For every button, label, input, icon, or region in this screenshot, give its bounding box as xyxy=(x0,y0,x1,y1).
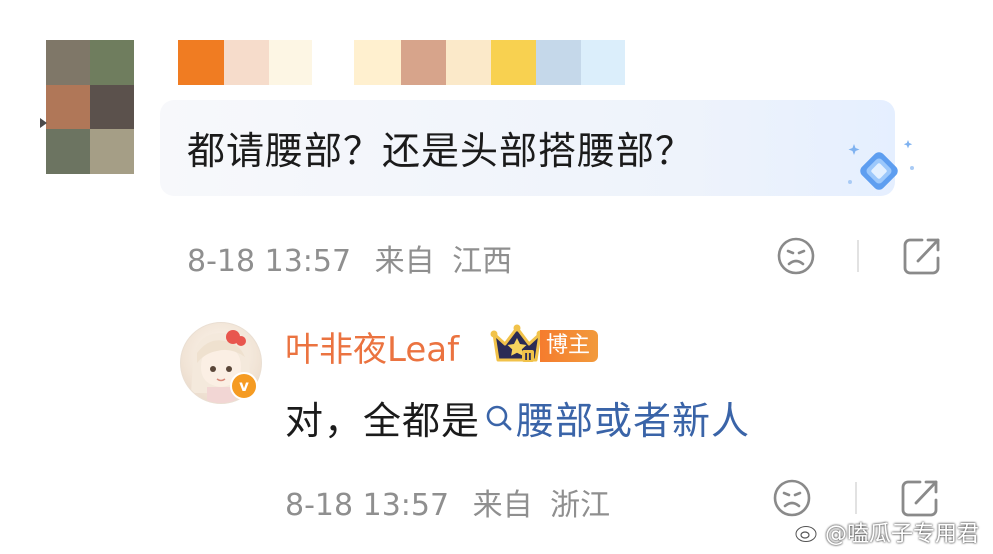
comment-text: 都请腰部？还是头部搭腰部？ xyxy=(187,129,695,173)
host-badge: 博主 xyxy=(540,330,599,362)
mosaic-cell xyxy=(90,129,134,175)
commenter-name-pixelated[interactable] xyxy=(178,40,625,85)
comment-date: 8-18 13:57 xyxy=(187,244,352,279)
name-block xyxy=(491,40,536,85)
name-block xyxy=(536,40,581,85)
comment-location: 江西 xyxy=(452,244,513,279)
name-block xyxy=(312,40,354,85)
replier-name[interactable]: 叶非夜Leaf xyxy=(285,322,459,371)
share-icon[interactable] xyxy=(900,234,944,278)
mosaic-cell xyxy=(46,40,90,85)
mosaic-cell xyxy=(90,40,134,85)
name-block xyxy=(269,40,312,85)
reply-meta: 8-18 13:57 来自 浙江 xyxy=(285,480,610,524)
mosaic-cell xyxy=(46,129,90,175)
name-block xyxy=(354,40,401,85)
reply-search-link[interactable]: 腰部或者新人 xyxy=(480,390,750,445)
mosaic-cell xyxy=(90,84,134,130)
search-icon xyxy=(486,405,512,430)
comment-meta: 8-18 13:57 来自 江西 xyxy=(187,236,512,280)
name-block xyxy=(178,40,224,85)
watermark: @嗑瓜子专用君 xyxy=(795,516,979,548)
verified-icon: v xyxy=(230,372,258,400)
sad-face-icon[interactable] xyxy=(774,234,818,278)
reply-text: 对，全都是 腰部或者新人 xyxy=(285,390,750,445)
action-divider xyxy=(857,240,859,272)
weibo-icon xyxy=(795,523,820,542)
name-block xyxy=(581,40,625,85)
source-prefix: 来自 xyxy=(374,244,435,279)
crown-icon: II xyxy=(490,324,544,363)
name-block xyxy=(224,40,269,85)
commenter-avatar-pixelated[interactable] xyxy=(46,40,134,175)
source-prefix: 来自 xyxy=(472,488,533,523)
reply-text-prefix: 对，全都是 xyxy=(285,399,481,443)
reply-date: 8-18 13:57 xyxy=(285,488,450,523)
name-block xyxy=(401,40,446,85)
sad-face-icon[interactable] xyxy=(770,476,814,520)
action-divider xyxy=(855,482,857,514)
name-block xyxy=(446,40,491,85)
svg-text:II: II xyxy=(524,352,531,363)
reply-link-text: 腰部或者新人 xyxy=(516,399,751,443)
share-icon[interactable] xyxy=(898,476,942,520)
avatar-tab-marker xyxy=(40,118,47,128)
watermark-text: @嗑瓜子专用君 xyxy=(825,522,980,547)
mosaic-cell xyxy=(46,84,90,130)
gem-icon xyxy=(848,140,914,190)
reply-location: 浙江 xyxy=(550,488,611,523)
